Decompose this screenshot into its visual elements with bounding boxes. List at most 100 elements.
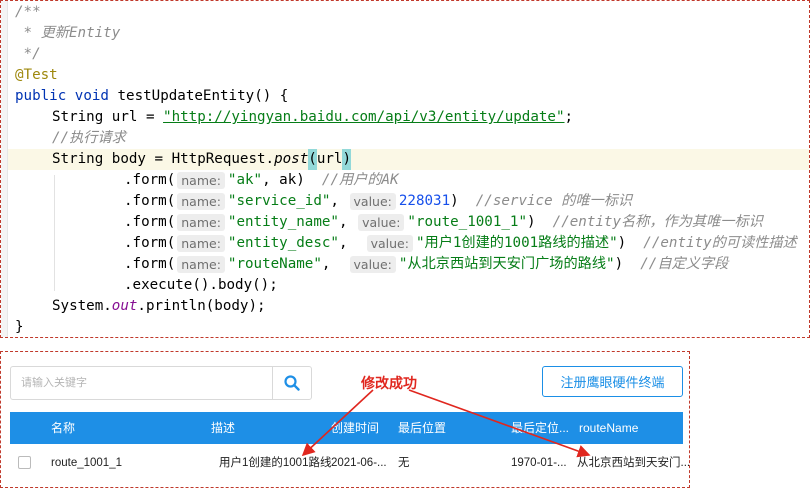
code-line-3: */ bbox=[15, 44, 41, 65]
param-hint-name: name: bbox=[177, 193, 225, 210]
table-header: 名称 描述 创建时间 最后位置 最后定位... routeName bbox=[10, 412, 683, 444]
method-name: testUpdateEntity bbox=[117, 88, 255, 104]
post-method: post bbox=[274, 151, 309, 167]
code-editor-panel: /** * 更新Entity */ @Test public void test… bbox=[0, 0, 810, 338]
form-name-ak: "ak" bbox=[227, 172, 263, 188]
keyword-public: public bbox=[15, 88, 67, 104]
execute-call: .execute().body(); bbox=[124, 277, 278, 293]
form-call: .form( bbox=[124, 256, 176, 272]
matched-bracket-close: ) bbox=[342, 149, 351, 170]
param-hint-name: name: bbox=[177, 256, 225, 273]
static-out-field: out bbox=[111, 298, 138, 314]
cell-last-located: 1970-01-... bbox=[511, 457, 567, 469]
method-parens: () { bbox=[254, 88, 289, 104]
param-hint-value: value: bbox=[349, 256, 396, 273]
comma: , bbox=[330, 193, 339, 209]
comma: , bbox=[338, 235, 348, 251]
form-comment-entity-name: //entity名称，作为其唯一标识 bbox=[552, 214, 763, 230]
form-value-entity-name: "route_1001_1" bbox=[407, 214, 528, 230]
register-terminal-button[interactable]: 注册鹰眼硬件终端 bbox=[542, 366, 683, 397]
comma: , bbox=[262, 172, 271, 188]
code-line-closing: } bbox=[15, 317, 24, 338]
exec-comment: //执行请求 bbox=[52, 130, 126, 146]
param-hint-name: name: bbox=[177, 172, 225, 189]
form-comment-ak: //用户的AK bbox=[321, 172, 399, 188]
code-line-8-current[interactable]: String body = HttpRequest. post(url) bbox=[8, 149, 809, 170]
code-line-form-route-name: .form(name: "routeName", value: "从北京西站到天安门… bbox=[124, 254, 728, 275]
form-name-service: "service_id" bbox=[227, 193, 331, 209]
cell-created: 2021-06-... bbox=[331, 457, 387, 469]
code-line-form-ak: .form(name: "ak", ak) //用户的AK bbox=[124, 170, 399, 191]
code-line-2: * 更新Entity bbox=[15, 23, 121, 44]
param-hint-name: name: bbox=[177, 235, 225, 252]
form-comment-service: //service 的唯一标识 bbox=[475, 193, 633, 209]
form-call: .form( bbox=[124, 235, 176, 251]
form-comment-route-name: //自定义字段 bbox=[640, 256, 729, 272]
form-call: .form( bbox=[124, 193, 176, 209]
param-hint-value: value: bbox=[349, 193, 396, 210]
cell-last-location: 无 bbox=[398, 457, 410, 469]
form-value-entity-desc: "用户1创建的1001路线的描述" bbox=[415, 235, 618, 251]
param-hint-value: value: bbox=[358, 214, 405, 231]
column-header-name[interactable]: 名称 bbox=[51, 412, 75, 444]
code-line-execute: .execute().body(); bbox=[124, 275, 278, 296]
test-annotation: @Test bbox=[15, 67, 58, 83]
column-header-desc[interactable]: 描述 bbox=[211, 412, 235, 444]
form-name-route-name: "routeName" bbox=[227, 256, 322, 272]
indent-guide bbox=[54, 175, 55, 291]
javadoc-open: /** bbox=[15, 4, 41, 20]
param-hint-value: value: bbox=[366, 235, 413, 252]
form-name-entity-desc: "entity_desc" bbox=[227, 235, 339, 251]
cell-desc: 用户1创建的1001路线 bbox=[219, 457, 332, 469]
row-checkbox[interactable] bbox=[18, 456, 31, 469]
url-declaration: String url = bbox=[52, 109, 164, 125]
semicolon: ; bbox=[564, 109, 574, 125]
closing-brace: } bbox=[15, 319, 24, 335]
code-line-1: /** bbox=[15, 2, 41, 23]
form-value-service: 228031 bbox=[398, 193, 451, 209]
code-line-6: String url = "http://yingyan.baidu.com/a… bbox=[52, 107, 573, 128]
code-line-println: System. out .println(body); bbox=[52, 296, 266, 317]
table-row[interactable]: route_1001_1 用户1创建的1001路线 2021-06-... 无 … bbox=[10, 444, 690, 482]
code-line-7: //执行请求 bbox=[52, 128, 126, 149]
search-button[interactable] bbox=[272, 367, 311, 399]
success-annotation: 修改成功 bbox=[361, 375, 417, 391]
system-class: System. bbox=[52, 298, 112, 314]
column-header-last-location[interactable]: 最后位置 bbox=[398, 412, 446, 444]
comma: , bbox=[338, 214, 348, 230]
entity-list-panel: 修改成功 注册鹰眼硬件终端 名称 描述 创建时间 最后位置 最后定位... ro… bbox=[0, 351, 690, 488]
matched-bracket-open: ( bbox=[308, 149, 317, 170]
code-line-form-entity-desc: .form(name: "entity_desc", value: "用户1创建的1… bbox=[124, 233, 797, 254]
close-paren: ) bbox=[614, 256, 624, 272]
form-call: .form( bbox=[124, 172, 176, 188]
form-value-route-name: "从北京西站到天安门广场的路线" bbox=[398, 256, 615, 272]
code-line-form-service: .form(name: "service_id", value: 228031) /… bbox=[124, 191, 632, 212]
url-string[interactable]: "http://yingyan.baidu.com/api/v3/entity/… bbox=[163, 107, 564, 128]
form-value-ak: ak bbox=[270, 172, 297, 188]
comma: , bbox=[321, 256, 331, 272]
javadoc-body: * 更新Entity bbox=[15, 25, 121, 41]
column-header-route-name[interactable]: routeName bbox=[579, 412, 638, 444]
search-input[interactable] bbox=[11, 367, 273, 399]
close-paren: ) bbox=[617, 235, 627, 251]
keyword-void: void bbox=[74, 88, 109, 104]
search-box bbox=[10, 366, 312, 400]
column-header-created[interactable]: 创建时间 bbox=[331, 412, 379, 444]
javadoc-close: */ bbox=[15, 46, 41, 62]
search-icon bbox=[284, 375, 300, 391]
close-paren: ) bbox=[450, 193, 459, 209]
editor-gutter bbox=[1, 1, 8, 337]
url-argument: url bbox=[316, 151, 343, 167]
close-paren: ) bbox=[527, 214, 536, 230]
form-name-entity-name: "entity_name" bbox=[227, 214, 339, 230]
cell-route-name: 从北京西站到天安门... bbox=[577, 457, 691, 469]
form-comment-entity-desc: //entity的可读性描述 bbox=[643, 235, 797, 251]
cell-name: route_1001_1 bbox=[51, 457, 122, 469]
code-line-form-entity-name: .form(name: "entity_name", value: "route_1… bbox=[124, 212, 763, 233]
code-line-4: @Test bbox=[15, 65, 58, 86]
body-declaration: String body = HttpRequest. bbox=[52, 151, 275, 167]
column-header-last-located[interactable]: 最后定位... bbox=[511, 412, 569, 444]
form-call: .form( bbox=[124, 214, 176, 230]
param-hint-name: name: bbox=[177, 214, 225, 231]
println-call: .println(body); bbox=[137, 298, 266, 314]
